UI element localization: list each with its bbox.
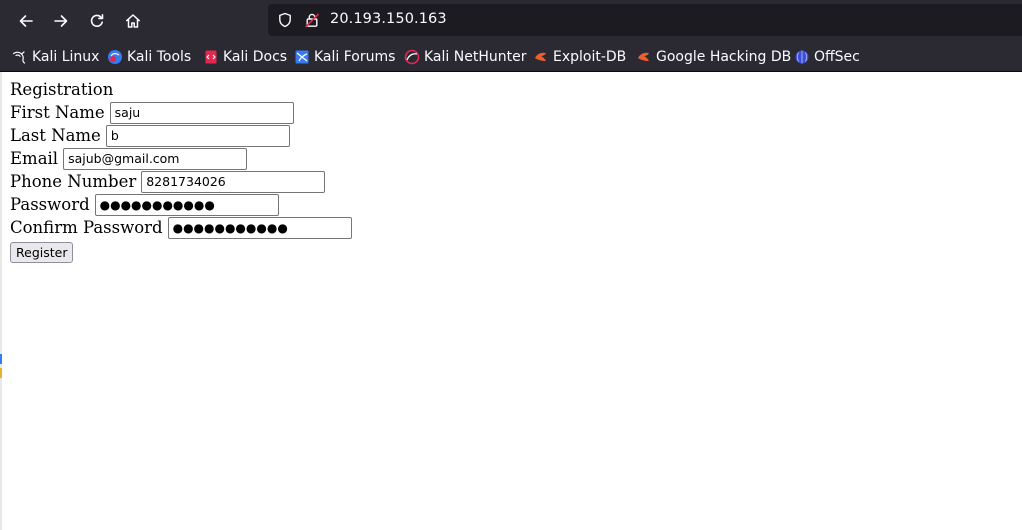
form-heading: Registration — [10, 80, 114, 99]
bookmark-label: Kali Linux — [32, 49, 100, 65]
tracking-protection-shield-icon[interactable] — [277, 12, 293, 28]
page-content: Registration First Name Last Name Email … — [2, 72, 1022, 530]
bookmark-kali-forums[interactable]: Kali Forums — [294, 47, 395, 67]
kali-dragon-icon — [12, 49, 28, 65]
bookmark-label: Exploit-DB — [553, 49, 627, 65]
email-label: Email — [10, 149, 59, 168]
browser-toolbar: 20.193.150.163 — [0, 0, 1022, 42]
last-name-row: Last Name — [10, 124, 352, 147]
offsec-icon — [794, 49, 810, 65]
phone-field[interactable] — [141, 170, 326, 193]
confirm-password-label: Confirm Password — [10, 218, 163, 237]
back-button[interactable] — [11, 6, 41, 36]
kali-forums-icon — [294, 49, 310, 65]
arrow-right-icon — [53, 13, 69, 29]
confirm-password-field[interactable] — [167, 216, 352, 239]
bookmark-kali-tools[interactable]: Kali Tools — [107, 47, 191, 67]
bookmark-kali-nethunter[interactable]: Kali NetHunter — [404, 47, 526, 67]
reload-icon — [89, 13, 105, 29]
bookmark-exploit-db[interactable]: Exploit-DB — [533, 47, 626, 67]
bookmark-kali-linux[interactable]: Kali Linux — [12, 47, 99, 67]
arrow-left-icon — [18, 13, 34, 29]
exploit-db-icon — [533, 49, 549, 65]
home-icon — [125, 13, 141, 29]
first-name-label: First Name — [10, 103, 105, 122]
first-name-row: First Name — [10, 101, 352, 124]
bookmark-label: Kali Docs — [223, 49, 288, 65]
google-hacking-db-icon — [636, 49, 652, 65]
email-field[interactable] — [63, 147, 248, 170]
bookmark-label: Google Hacking DB — [656, 49, 792, 65]
phone-row: Phone Number — [10, 170, 352, 193]
forward-button[interactable] — [46, 6, 76, 36]
bookmarks-toolbar: Kali Linux Kali Tools Kali Docs Kali For… — [0, 42, 1022, 72]
confirm-password-row: Confirm Password — [10, 216, 352, 239]
bookmark-label: Kali Forums — [314, 49, 396, 65]
password-row: Password — [10, 193, 352, 216]
bookmark-label: Kali NetHunter — [424, 49, 527, 65]
reload-button[interactable] — [82, 6, 112, 36]
bookmark-kali-docs[interactable]: Kali Docs — [203, 47, 287, 67]
home-button[interactable] — [118, 6, 148, 36]
kali-docs-icon — [203, 49, 219, 65]
url-text[interactable]: 20.193.150.163 — [330, 11, 447, 27]
email-row: Email — [10, 147, 352, 170]
insecure-lock-icon[interactable] — [304, 12, 320, 28]
password-field[interactable] — [94, 193, 279, 216]
kali-nethunter-icon — [404, 49, 420, 65]
register-button[interactable]: Register — [10, 242, 74, 263]
bookmark-label: OffSec — [814, 49, 860, 65]
first-name-field[interactable] — [109, 101, 294, 124]
bookmark-label: Kali Tools — [127, 49, 192, 65]
kali-tools-icon — [107, 49, 123, 65]
last-name-field[interactable] — [105, 124, 290, 147]
bookmark-google-hacking-db[interactable]: Google Hacking DB — [636, 47, 791, 67]
registration-form: Registration First Name Last Name Email … — [10, 80, 352, 263]
password-label: Password — [10, 195, 90, 214]
last-name-label: Last Name — [10, 126, 101, 145]
phone-label: Phone Number — [10, 172, 137, 191]
bookmark-offsec[interactable]: OffSec — [794, 47, 860, 67]
address-bar[interactable]: 20.193.150.163 — [268, 4, 1022, 36]
